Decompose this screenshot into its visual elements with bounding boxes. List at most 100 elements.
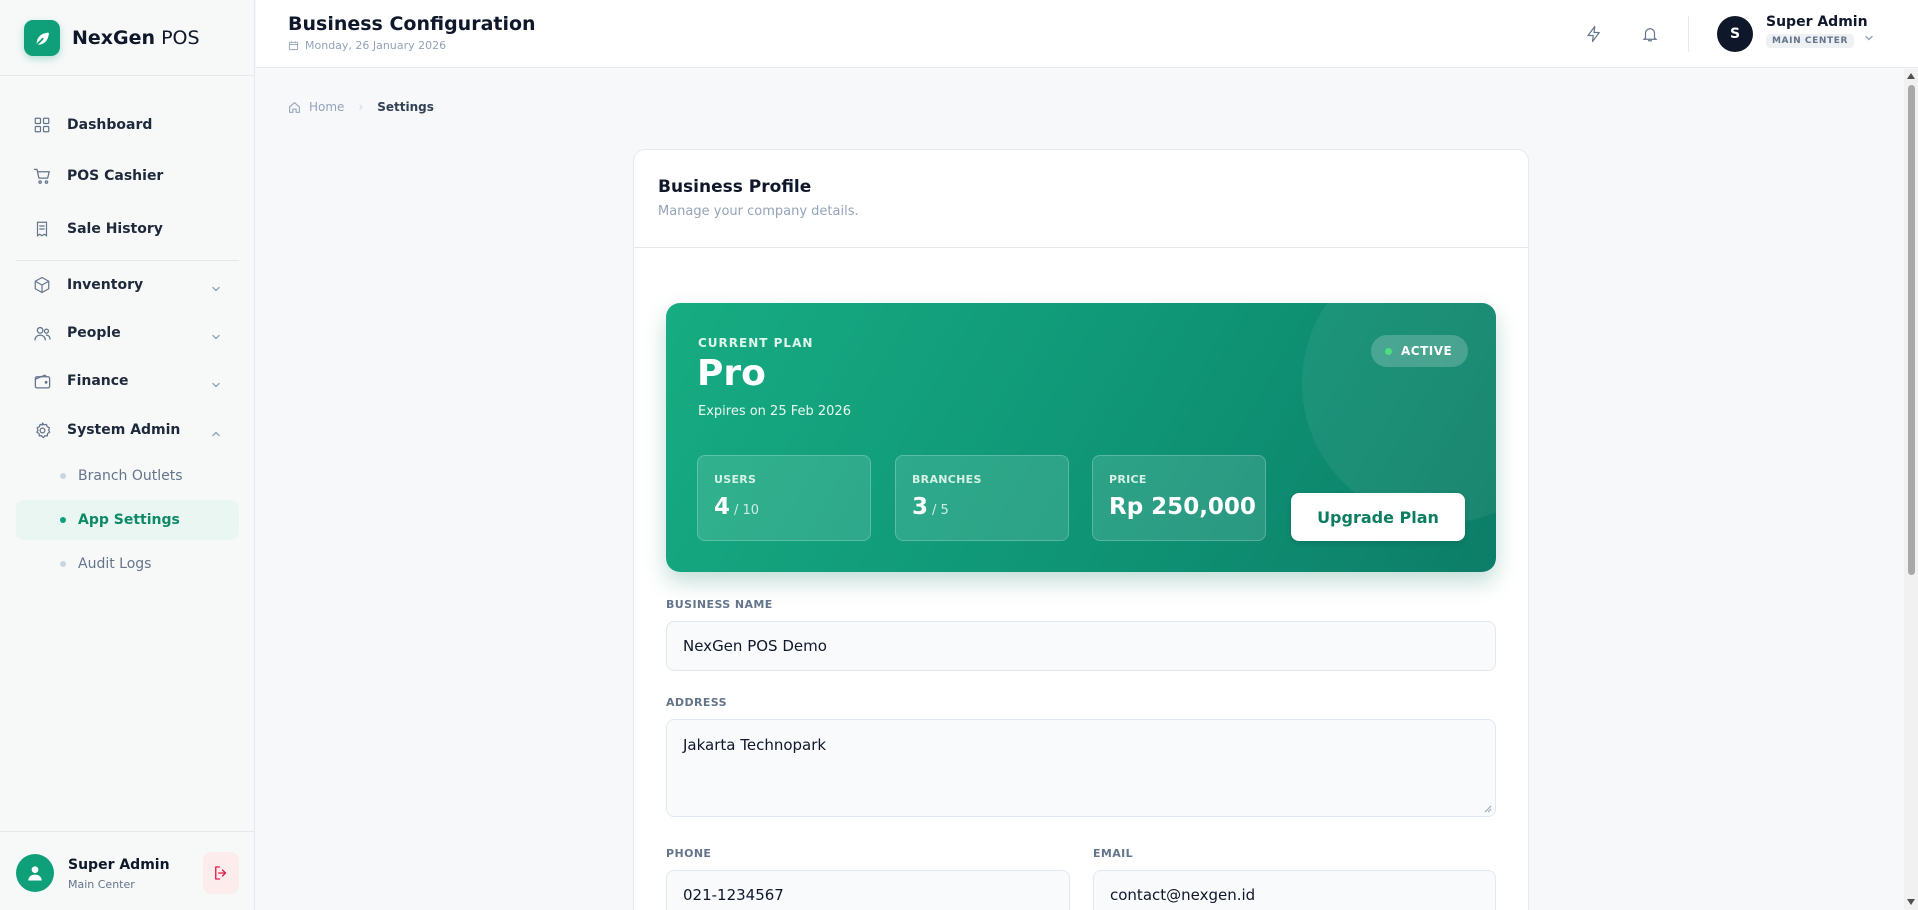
bell-icon (1642, 28, 1658, 42)
receipt-icon (32, 219, 52, 239)
chevron-up-icon (211, 424, 221, 443)
scrollbar-thumb[interactable] (1908, 85, 1915, 575)
stat-label: BRANCHES (912, 473, 982, 486)
divider (634, 247, 1528, 248)
address-label: ADDRESS (666, 696, 727, 709)
resize-grip-icon[interactable] (1484, 805, 1492, 813)
sidebar-item-pos-cashier[interactable]: POS Cashier (16, 156, 239, 196)
sidebar-subitem-label: App Settings (78, 512, 180, 528)
stat-users: USERS 4/ 10 (697, 455, 871, 541)
sidebar-subitem-label: Branch Outlets (78, 468, 183, 484)
sidebar-item-label: Finance (67, 373, 129, 389)
sidebar-item-label: Dashboard (67, 117, 153, 133)
sidebar-user-panel: Super Admin Main Center (0, 831, 255, 910)
header-user-name[interactable]: Super Admin (1766, 14, 1868, 30)
stat-value: 4/ 10 (714, 494, 760, 520)
upgrade-plan-button[interactable]: Upgrade Plan (1291, 493, 1465, 541)
stat-label: PRICE (1109, 473, 1147, 486)
users-icon (32, 323, 52, 343)
bullet-dot (60, 561, 66, 567)
header-user-role-badge: MAIN CENTER (1766, 34, 1855, 48)
sidebar-item-system-admin[interactable]: System Admin (16, 410, 239, 450)
sidebar-item-label: People (67, 325, 121, 341)
business-name-field[interactable]: NexGen POS Demo (666, 621, 1496, 671)
stat-value: Rp 250,000 (1109, 494, 1256, 520)
chevron-down-icon (211, 279, 221, 298)
sidebar-item-dashboard[interactable]: Dashboard (16, 105, 239, 145)
home-icon (289, 101, 300, 113)
sidebar: NexGen POS Dashboard POS Cashier Sale Hi… (0, 0, 255, 910)
sidebar-subitem-app-settings[interactable]: App Settings (16, 500, 239, 540)
page-date: Monday, 26 January 2026 (288, 39, 446, 52)
status-badge-label: ACTIVE (1401, 344, 1453, 358)
sidebar-subitem-audit-logs[interactable]: Audit Logs (16, 544, 239, 584)
sidebar-item-finance[interactable]: Finance (16, 361, 239, 401)
logout-button[interactable] (203, 852, 239, 894)
leaf-logo-icon (24, 20, 60, 56)
lightning-icon (1587, 25, 1600, 43)
business-profile-card: Business Profile Manage your company det… (633, 149, 1529, 910)
plan-expiry: Expires on 25 Feb 2026 (698, 404, 851, 419)
stat-price: PRICE Rp 250,000 (1092, 455, 1266, 541)
breadcrumb-home-label: Home (309, 100, 345, 114)
logout-icon (215, 866, 227, 880)
sidebar-item-label: Inventory (67, 277, 144, 293)
stat-value: 3/ 5 (912, 494, 949, 520)
quick-action-button[interactable] (1582, 22, 1606, 46)
divider (16, 260, 239, 261)
chevron-down-icon (211, 375, 221, 394)
business-name-label: BUSINESS NAME (666, 598, 773, 611)
breadcrumb: Home › Settings (288, 100, 434, 114)
user-avatar-icon (16, 854, 54, 892)
address-value: Jakarta Technopark (683, 736, 827, 754)
sidebar-user-location: Main Center (68, 878, 135, 891)
sidebar-item-label: System Admin (67, 422, 181, 438)
gear-icon (32, 420, 52, 440)
header-avatar[interactable]: S (1717, 16, 1753, 52)
scrollbar[interactable] (1904, 69, 1918, 910)
sidebar-item-inventory[interactable]: Inventory (16, 265, 239, 305)
sidebar-subitem-label: Audit Logs (78, 556, 152, 572)
brand-name: NexGen POS (72, 27, 200, 49)
stat-branches: BRANCHES 3/ 5 (895, 455, 1069, 541)
status-badge: ACTIVE (1371, 335, 1469, 367)
phone-field[interactable]: 021-1234567 (666, 870, 1070, 910)
phone-label: PHONE (666, 847, 712, 860)
divider (1688, 16, 1689, 52)
breadcrumb-home[interactable]: Home (288, 100, 344, 114)
plan-name: Pro (697, 353, 766, 394)
email-field[interactable]: contact@nexgen.id (1093, 870, 1496, 910)
status-dot (1385, 347, 1392, 355)
box-icon (32, 275, 52, 295)
scroll-down-arrow-icon[interactable] (1907, 899, 1915, 905)
chevron-down-icon[interactable] (1864, 28, 1874, 47)
scroll-up-arrow-icon[interactable] (1907, 73, 1915, 79)
top-header: Business Configuration Monday, 26 Januar… (256, 0, 1918, 68)
wallet-icon (32, 371, 52, 391)
brand[interactable]: NexGen POS (24, 20, 200, 56)
sidebar-item-label: POS Cashier (67, 168, 164, 184)
email-label: EMAIL (1093, 847, 1134, 860)
cart-icon (32, 166, 52, 186)
divider (0, 75, 255, 76)
breadcrumb-current: Settings (377, 100, 434, 114)
calendar-icon (288, 41, 299, 51)
stat-label: USERS (714, 473, 757, 486)
address-field[interactable]: Jakarta Technopark (666, 719, 1496, 817)
card-subtitle: Manage your company details. (658, 204, 859, 219)
sidebar-item-label: Sale History (67, 221, 163, 237)
current-plan-panel: CURRENT PLAN Pro Expires on 25 Feb 2026 … (666, 303, 1496, 572)
sidebar-item-people[interactable]: People (16, 313, 239, 353)
grid-icon (32, 115, 52, 135)
chevron-down-icon (211, 327, 221, 346)
plan-label: CURRENT PLAN (698, 336, 814, 350)
page-title: Business Configuration (288, 13, 536, 35)
chevron-right-icon: › (358, 100, 364, 114)
bullet-dot (60, 473, 66, 479)
sidebar-subitem-branch-outlets[interactable]: Branch Outlets (16, 456, 239, 496)
sidebar-user-name: Super Admin (68, 857, 170, 873)
card-title: Business Profile (658, 177, 812, 197)
bullet-dot (60, 517, 66, 523)
notifications-button[interactable] (1638, 22, 1662, 46)
sidebar-item-sale-history[interactable]: Sale History (16, 209, 239, 249)
